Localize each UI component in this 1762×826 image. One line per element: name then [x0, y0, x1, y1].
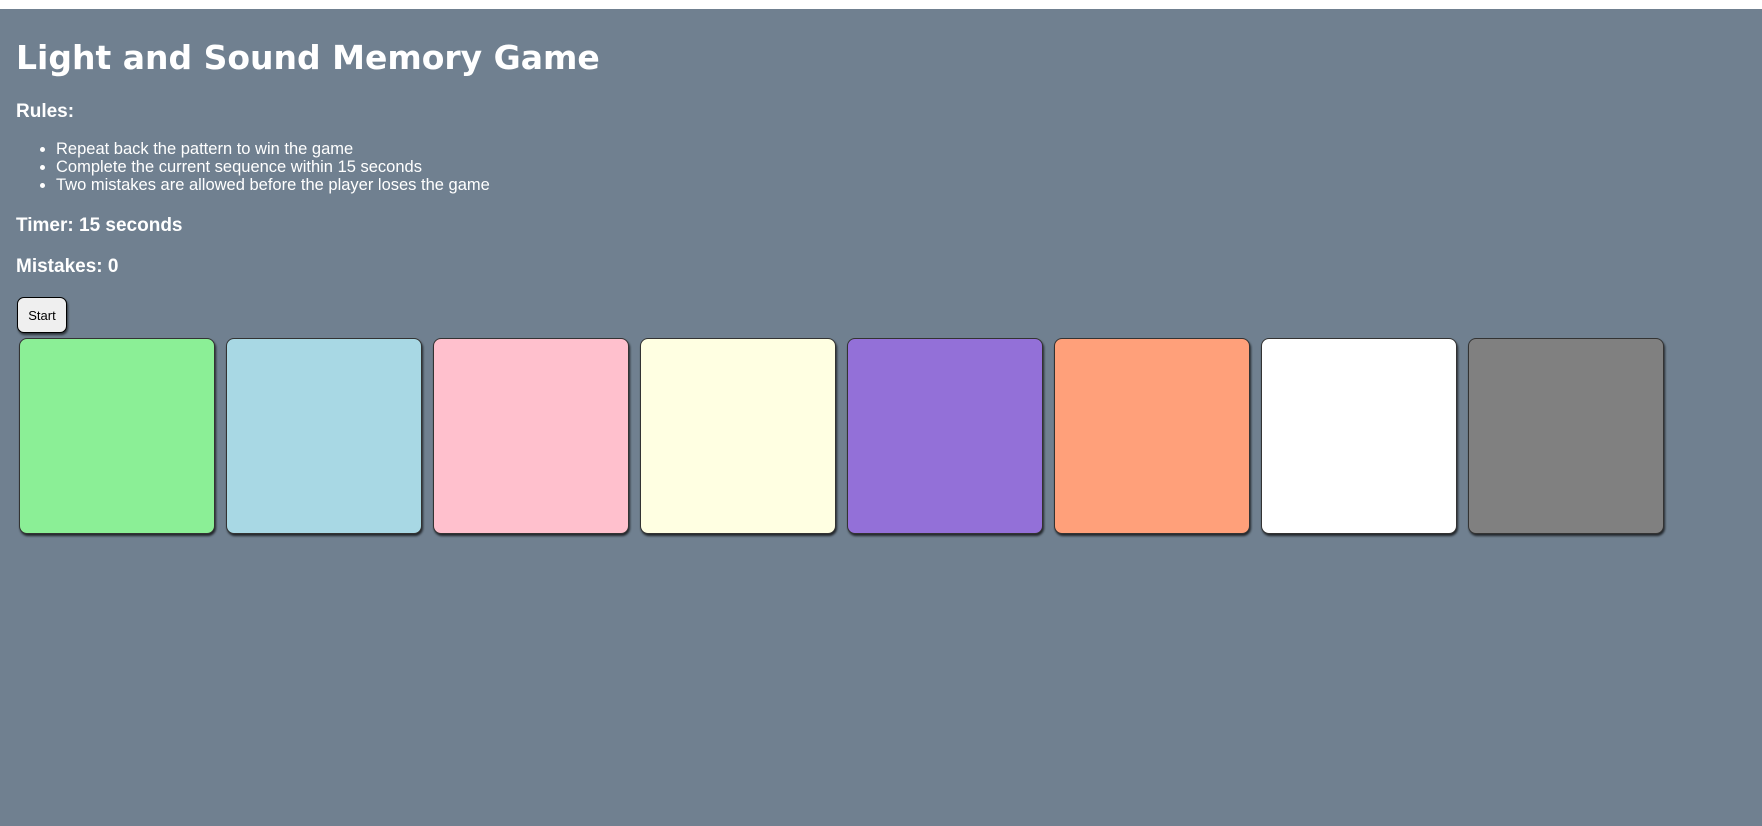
- game-pad-purple[interactable]: [847, 338, 1043, 534]
- game-pad-pink[interactable]: [433, 338, 629, 534]
- game-pad-light-blue[interactable]: [226, 338, 422, 534]
- rules-list: Repeat back the pattern to win the game …: [16, 140, 490, 194]
- rule-item: Complete the current sequence within 15 …: [56, 158, 490, 176]
- game-pad-white[interactable]: [1261, 338, 1457, 534]
- game-pad-salmon[interactable]: [1054, 338, 1250, 534]
- rule-item: Repeat back the pattern to win the game: [56, 140, 490, 158]
- game-pad-gray[interactable]: [1468, 338, 1664, 534]
- rules-heading: Rules:: [16, 101, 75, 122]
- game-pad-green[interactable]: [19, 338, 215, 534]
- mistakes-display: Mistakes: 0: [16, 256, 119, 277]
- page-title: Light and Sound Memory Game: [16, 38, 600, 77]
- start-button[interactable]: Start: [17, 297, 67, 333]
- game-page: Light and Sound Memory Game Rules: Repea…: [0, 9, 1762, 826]
- timer-display: Timer: 15 seconds: [16, 215, 183, 236]
- rule-item: Two mistakes are allowed before the play…: [56, 176, 490, 194]
- game-pad-light-yellow[interactable]: [640, 338, 836, 534]
- game-pads: [19, 338, 1664, 534]
